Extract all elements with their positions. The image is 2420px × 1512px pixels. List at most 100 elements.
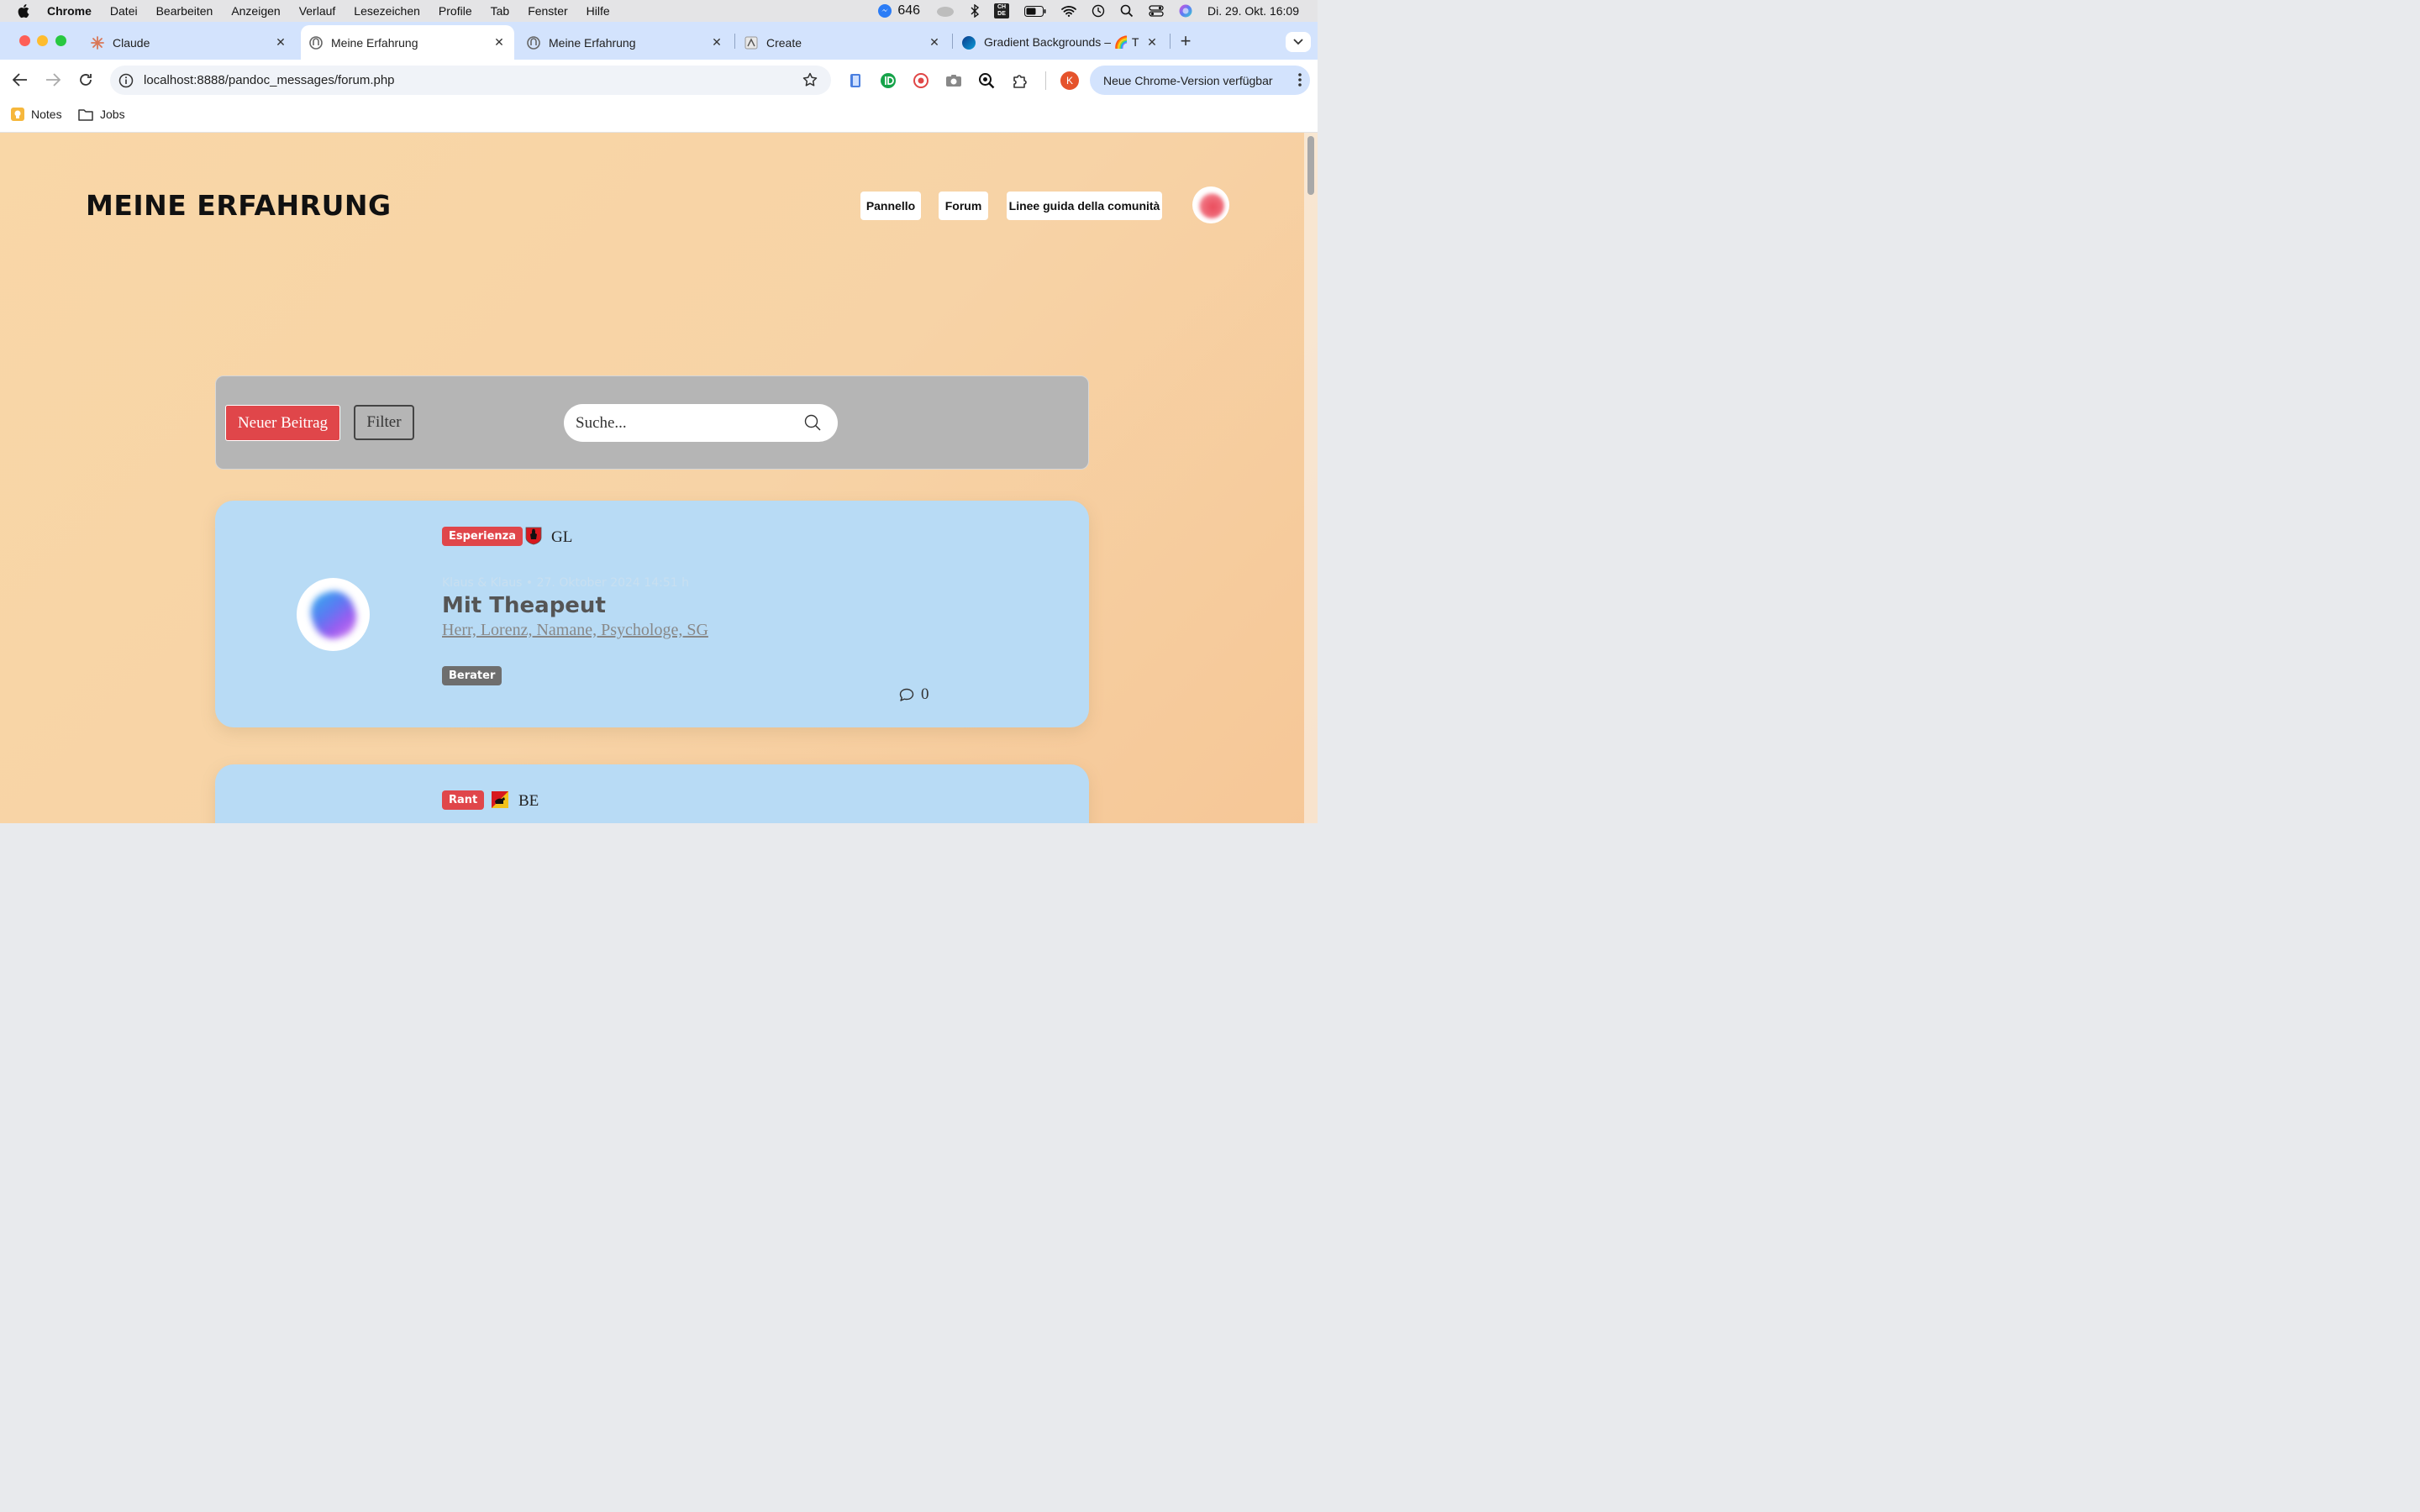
lens-search-icon[interactable] xyxy=(978,72,995,89)
profile-avatar-button[interactable]: K xyxy=(1060,71,1079,90)
bluetooth-icon[interactable] xyxy=(971,4,980,18)
page-viewport: MEINE ERFAHRUNG Pannello Forum Linee gui… xyxy=(0,133,1318,823)
therapist-link[interactable]: Herr, Lorenz, Namane, Psychologe, SG xyxy=(442,621,708,640)
nav-forum[interactable]: Forum xyxy=(939,192,988,220)
new-post-button[interactable]: Neuer Beitrag xyxy=(225,405,340,441)
keyboard-layout-label: CH DE xyxy=(994,3,1010,18)
url-text[interactable]: localhost:8888/pandoc_messages/forum.php xyxy=(144,73,395,87)
canton-code: BE xyxy=(518,792,539,810)
tab-title: Gradient Backgrounds – 🌈 T xyxy=(984,35,1139,49)
menu-bearbeiten[interactable]: Bearbeiten xyxy=(156,4,213,18)
bookmark-jobs[interactable]: Jobs xyxy=(78,108,125,121)
toolbar-separator xyxy=(1045,71,1046,90)
battery-icon[interactable] xyxy=(1024,5,1046,17)
search-icon[interactable] xyxy=(804,414,821,435)
menu-datei[interactable]: Datei xyxy=(110,4,138,18)
comment-count-value: 0 xyxy=(921,685,929,703)
menu-anzeigen[interactable]: Anzeigen xyxy=(231,4,280,18)
comment-count[interactable]: 0 xyxy=(899,685,929,704)
new-tab-button[interactable]: + xyxy=(1177,30,1194,52)
menu-lesezeichen[interactable]: Lesezeichen xyxy=(354,4,420,18)
camera-icon[interactable] xyxy=(945,72,962,89)
macos-menubar: Chrome Datei Bearbeiten Anzeigen Verlauf… xyxy=(0,0,1318,22)
wifi-icon[interactable] xyxy=(1061,5,1076,17)
tab-search-button[interactable] xyxy=(1286,32,1311,52)
spotlight-search-icon[interactable] xyxy=(1120,4,1134,18)
close-icon[interactable]: ✕ xyxy=(274,35,287,50)
nav-pannello[interactable]: Pannello xyxy=(860,192,921,220)
folder-icon xyxy=(78,108,93,121)
bookmarks-bar: Notes Jobs xyxy=(0,100,1318,133)
extensions-puzzle-icon[interactable] xyxy=(1012,72,1028,89)
tab-manager-extension-icon[interactable] xyxy=(847,72,864,89)
menu-verlauf[interactable]: Verlauf xyxy=(299,4,336,18)
screen-recorder-extension-icon[interactable] xyxy=(913,72,929,89)
category-badge: Rant xyxy=(442,790,485,810)
site-title[interactable]: MEINE ERFAHRUNG xyxy=(86,189,392,222)
globe-icon xyxy=(962,35,976,50)
canton-flag-be-icon xyxy=(491,790,509,809)
chevron-down-icon xyxy=(1293,39,1303,45)
tab-meine-erfahrung-active[interactable]: Meine Erfahrung ✕ xyxy=(301,25,514,60)
page-scrollbar[interactable] xyxy=(1304,133,1318,823)
tab-title: Meine Erfahrung xyxy=(549,35,636,50)
forward-button[interactable] xyxy=(43,70,63,90)
bookmark-label: Notes xyxy=(31,108,62,121)
post-card[interactable]: Rant BE xyxy=(215,764,1089,823)
bookmark-star-icon[interactable] xyxy=(802,72,818,92)
apple-icon[interactable] xyxy=(17,3,32,18)
create-icon xyxy=(744,36,758,50)
post-card[interactable]: Esperienza GL Klaus & Klaus • 27. Oktobe… xyxy=(215,501,1089,727)
chrome-update-button[interactable]: Neue Chrome-Version verfügbar xyxy=(1090,66,1310,95)
close-icon[interactable]: ✕ xyxy=(928,35,941,50)
tab-gradient-backgrounds[interactable]: Gradient Backgrounds – 🌈 T ✕ xyxy=(954,25,1167,60)
user-avatar[interactable] xyxy=(1192,186,1229,223)
tag-badge: Berater xyxy=(442,666,502,685)
close-icon[interactable]: ✕ xyxy=(492,35,506,50)
menu-tab[interactable]: Tab xyxy=(491,4,510,18)
post-title[interactable]: Mit Theapeut xyxy=(442,593,606,618)
menu-app-name[interactable]: Chrome xyxy=(47,4,92,18)
notification-count: 646 xyxy=(897,3,921,18)
filter-button[interactable]: Filter xyxy=(354,405,414,440)
menu-profile[interactable]: Profile xyxy=(439,4,472,18)
menubar-clock[interactable]: Di. 29. Okt. 16:09 xyxy=(1207,4,1299,18)
time-machine-icon[interactable] xyxy=(1092,4,1105,18)
window-zoom-button[interactable] xyxy=(55,35,66,46)
arrow-right-icon xyxy=(46,73,60,87)
author-avatar[interactable] xyxy=(297,578,370,651)
grammar-extension-icon[interactable] xyxy=(880,72,897,89)
cloud-icon[interactable] xyxy=(935,4,955,18)
address-bar[interactable]: localhost:8888/pandoc_messages/forum.php xyxy=(110,66,831,95)
keyboard-layout-indicator[interactable]: CH DE xyxy=(994,3,1010,18)
search-input[interactable]: Suche... xyxy=(564,404,838,442)
siri-icon[interactable] xyxy=(1179,4,1192,18)
reload-icon xyxy=(80,74,92,86)
close-icon[interactable]: ✕ xyxy=(1145,35,1159,50)
back-button[interactable] xyxy=(10,70,30,90)
site-info-icon[interactable] xyxy=(118,73,134,88)
canton-flag-gl-icon xyxy=(524,527,543,545)
tab-claude[interactable]: Claude ✕ xyxy=(82,25,296,60)
nav-community-guidelines[interactable]: Linee guida della comunità xyxy=(1007,192,1162,220)
close-icon[interactable]: ✕ xyxy=(710,35,723,50)
window-minimize-button[interactable] xyxy=(37,35,48,46)
scrollbar-thumb[interactable] xyxy=(1307,136,1314,195)
messenger-status[interactable]: 646 xyxy=(877,3,920,18)
search-placeholder: Suche... xyxy=(576,413,627,432)
control-center-icon[interactable] xyxy=(1149,5,1164,17)
bookmark-notes[interactable]: Notes xyxy=(11,108,62,121)
reload-button[interactable] xyxy=(76,70,96,90)
site-icon xyxy=(309,35,323,50)
bookmark-label: Jobs xyxy=(100,108,125,121)
more-vertical-icon[interactable] xyxy=(1298,72,1302,90)
tab-create[interactable]: Create ✕ xyxy=(736,25,950,60)
window-close-button[interactable] xyxy=(19,35,30,46)
category-badge: Esperienza xyxy=(442,527,523,546)
tab-meine-erfahrung[interactable]: Meine Erfahrung ✕ xyxy=(518,25,732,60)
menu-hilfe[interactable]: Hilfe xyxy=(587,4,610,18)
claude-icon xyxy=(91,35,104,50)
tab-title: Meine Erfahrung xyxy=(331,35,418,50)
messenger-icon xyxy=(878,4,892,18)
menu-fenster[interactable]: Fenster xyxy=(528,4,567,18)
